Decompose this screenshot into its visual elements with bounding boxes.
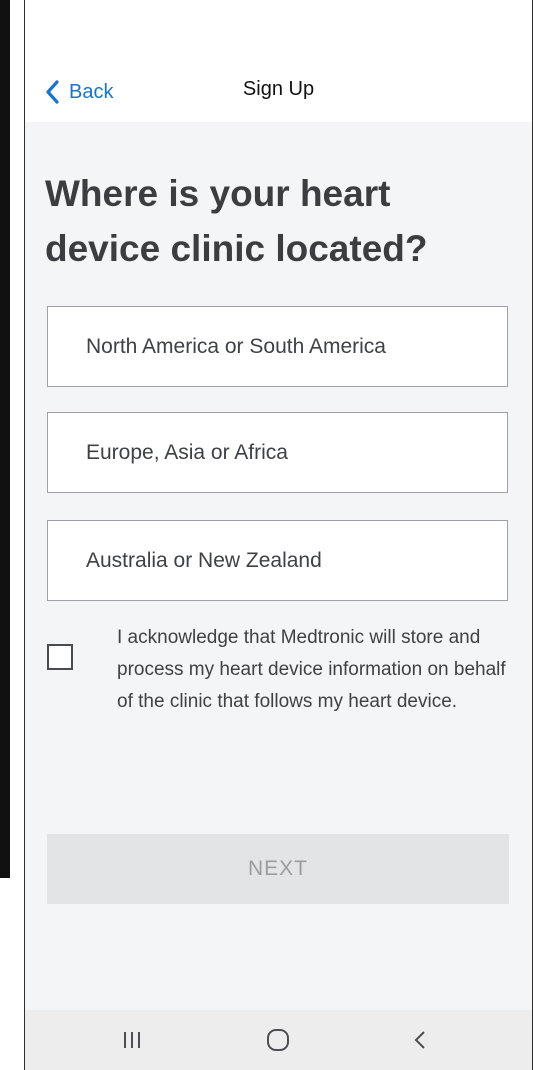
app-header: Back Sign Up <box>25 0 532 122</box>
left-edge-bar <box>0 0 10 878</box>
option-label: North America or South America <box>86 334 386 358</box>
system-back-icon[interactable] <box>412 1026 428 1054</box>
phone-screen: Back Sign Up Where is your heart device … <box>24 0 533 1070</box>
option-europe-asia-africa[interactable]: Europe, Asia or Africa <box>47 412 508 493</box>
recent-apps-icon[interactable] <box>121 1026 143 1054</box>
screen: Back Sign Up Where is your heart device … <box>0 0 533 1070</box>
main-content: Where is your heart device clinic locate… <box>25 122 532 1010</box>
acknowledgement-checkbox[interactable] <box>47 644 73 670</box>
next-button[interactable]: NEXT <box>47 834 509 904</box>
header-title: Sign Up <box>242 78 315 100</box>
acknowledgement-text: I acknowledge that Medtronic will store … <box>117 627 506 712</box>
home-icon[interactable] <box>265 1026 291 1054</box>
page-title: Where is your heart device clinic locate… <box>45 173 428 269</box>
option-label: Europe, Asia or Africa <box>86 440 288 464</box>
option-australia-new-zealand[interactable]: Australia or New Zealand <box>47 520 508 601</box>
system-nav-bar <box>25 1010 532 1070</box>
option-label: Australia or New Zealand <box>86 548 322 572</box>
option-north-south-america[interactable]: North America or South America <box>47 306 508 387</box>
